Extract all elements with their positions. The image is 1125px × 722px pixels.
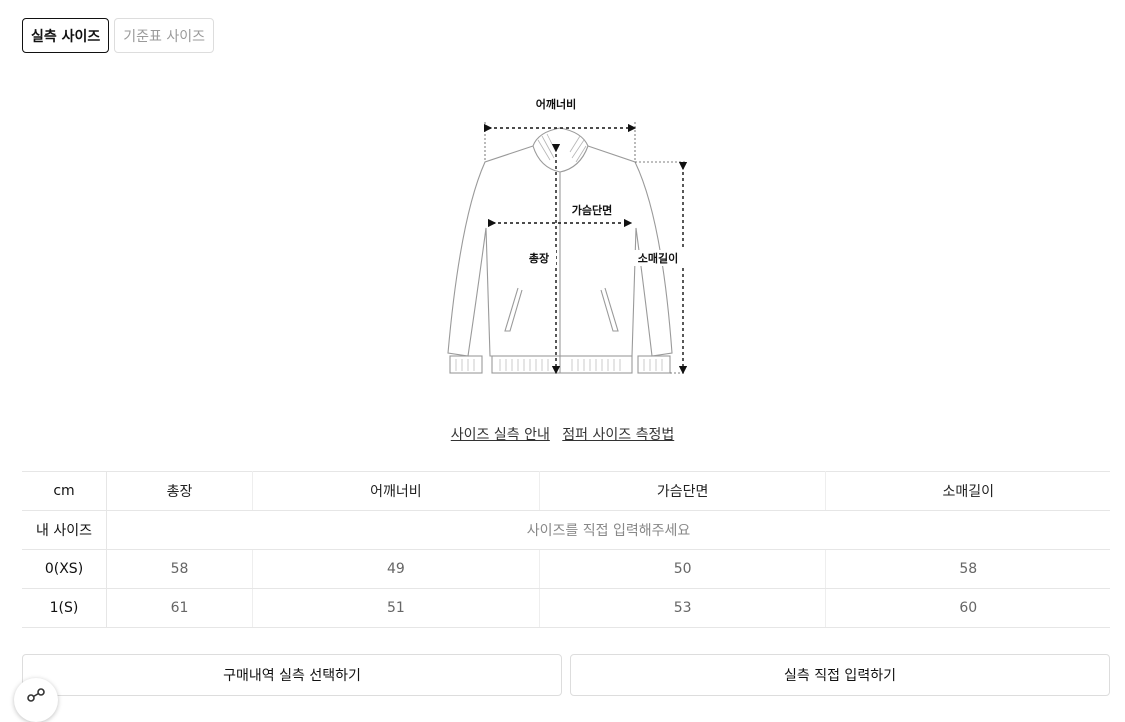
col-sleeve: 소매길이 (825, 471, 1110, 511)
tab-actual-size[interactable]: 실측 사이즈 (22, 18, 110, 53)
col-shoulder: 어깨너비 (252, 471, 540, 511)
table-cell: 53 (539, 588, 827, 628)
col-chest: 가슴단면 (539, 471, 827, 511)
col-length: 총장 (106, 471, 254, 511)
share-icon (27, 688, 45, 702)
jacket-illustration: 어깨너비 가슴단면 총장 소매길이 (447, 97, 688, 375)
unit-label: cm (22, 471, 107, 511)
size-label: 1(S) (22, 588, 107, 628)
my-size-label: 내 사이즈 (22, 510, 107, 550)
table-cell: 58 (106, 549, 254, 589)
table-cell: 60 (825, 588, 1110, 628)
table-cell: 50 (539, 549, 827, 589)
select-from-purchase-button[interactable]: 구매내역 실측 선택하기 (22, 654, 562, 696)
link-actual-size-guide[interactable]: 사이즈 실측 안내 (451, 427, 550, 443)
label-chest: 가슴단면 (572, 203, 612, 217)
table-row: 1(S) 61 51 53 60 (22, 588, 1110, 628)
table-cell: 51 (252, 588, 540, 628)
label-shoulder: 어깨너비 (536, 97, 576, 111)
table-cell: 61 (106, 588, 254, 628)
link-jumper-measure-guide[interactable]: 점퍼 사이즈 측정법 (562, 427, 674, 443)
measurement-guide-links: 사이즈 실측 안내 점퍼 사이즈 측정법 (0, 424, 1125, 444)
tab-standard-size[interactable]: 기준표 사이즈 (114, 18, 215, 53)
label-length: 총장 (529, 251, 549, 265)
direct-input-button[interactable]: 실측 직접 입력하기 (570, 654, 1110, 696)
size-label: 0(XS) (22, 549, 107, 589)
table-cell: 49 (252, 549, 540, 589)
size-tabs: 실측 사이즈 기준표 사이즈 (22, 18, 215, 53)
jacket-measurement-diagram: 어깨너비 가슴단면 총장 소매길이 (430, 88, 710, 388)
table-row: 0(XS) 58 49 50 58 (22, 549, 1110, 589)
my-size-row: 내 사이즈 사이즈를 직접 입력해주세요 (22, 510, 1110, 550)
my-size-input-prompt[interactable]: 사이즈를 직접 입력해주세요 (106, 510, 1110, 550)
size-table: cm 총장 어깨너비 가슴단면 소매길이 내 사이즈 사이즈를 직접 입력해주세… (22, 471, 1110, 628)
table-cell: 58 (825, 549, 1110, 589)
table-header-row: cm 총장 어깨너비 가슴단면 소매길이 (22, 471, 1110, 511)
action-buttons: 구매내역 실측 선택하기 실측 직접 입력하기 (22, 654, 1110, 696)
label-sleeve: 소매길이 (638, 251, 678, 265)
share-button[interactable] (14, 678, 58, 722)
